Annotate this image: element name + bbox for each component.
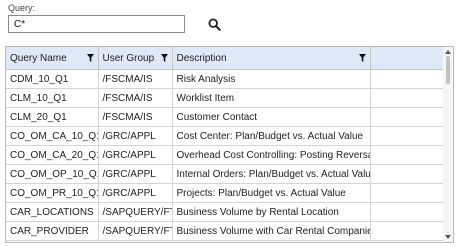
cell-user-group: /GRC/APPL	[98, 145, 173, 165]
header-row: Query Name User Group Description	[6, 47, 444, 70]
cell-description: Business Volume by Rental Location	[172, 202, 371, 222]
cell-user-group: /GRC/APPL	[98, 164, 173, 184]
cell-empty	[370, 88, 444, 108]
cell-user-group: /FSCMA/IS	[98, 88, 173, 108]
cell-query-name: CO_OM_CA_10_Q1	[6, 126, 99, 146]
cell-query-name: CLM_20_Q1	[6, 107, 99, 127]
cell-description: Internal Orders: Plan/Budget vs. Actual …	[172, 164, 371, 184]
cell-user-group: /GRC/APPL	[98, 183, 173, 203]
vertical-scrollbar[interactable]	[443, 47, 453, 242]
column-header-label: Description	[176, 52, 227, 64]
cell-empty	[370, 107, 444, 127]
filter-icon[interactable]	[358, 54, 366, 62]
table-row[interactable]: CDM_10_Q1/FSCMA/IS Risk Analysis	[6, 69, 444, 89]
cell-query-name: CO_OM_PR_10_Q1	[6, 183, 99, 203]
table-row[interactable]: CLM_10_Q1/FSCMA/IS Worklist Item	[6, 88, 444, 108]
cell-empty	[370, 202, 444, 222]
cell-user-group: /FSCMA/IS	[98, 69, 173, 89]
query-results-grid: Query Name User Group Description CDM_10…	[5, 46, 454, 243]
table-row[interactable]: CO_OM_CA_10_Q1/GRC/APPL Cost Center: Plan…	[6, 126, 444, 146]
cell-empty	[370, 221, 444, 241]
column-header-empty	[370, 47, 444, 70]
cell-description: Customer Contact	[172, 107, 371, 127]
cell-description: Projects: Plan/Budget vs. Actual Value	[172, 183, 371, 203]
search-icon	[207, 17, 221, 31]
results-table: Query Name User Group Description CDM_10…	[6, 47, 444, 241]
cell-description: Risk Analysis	[172, 69, 371, 89]
table-row[interactable]: CO_OM_OP_10_Q1/GRC/APPL Internal Orders: …	[6, 164, 444, 184]
cell-description: Overhead Cost Controlling: Posting Rever…	[172, 145, 371, 165]
column-header-description[interactable]: Description	[172, 47, 371, 70]
cell-empty	[370, 145, 444, 165]
column-header-user-group[interactable]: User Group	[98, 47, 173, 70]
cell-empty	[370, 69, 444, 89]
column-header-query-name[interactable]: Query Name	[6, 47, 99, 70]
column-header-label: User Group	[102, 52, 155, 64]
cell-user-group: /GRC/APPL	[98, 126, 173, 146]
cell-user-group: /FSCMA/IS	[98, 107, 173, 127]
query-label: Query:	[8, 3, 36, 13]
table-row[interactable]: CO_OM_CA_20_Q1/GRC/APPL Overhead Cost Con…	[6, 145, 444, 165]
cell-description: Worklist Item	[172, 88, 371, 108]
cell-description: Business Volume with Car Rental Companie…	[172, 221, 371, 241]
table-row[interactable]: CAR_LOCATIONS/SAPQUERY/FT Business Volume…	[6, 202, 444, 222]
table-row[interactable]: CAR_PROVIDER/SAPQUERY/FT Business Volume …	[6, 221, 444, 241]
cell-empty	[370, 183, 444, 203]
cell-query-name: CAR_PROVIDER	[6, 221, 99, 241]
column-header-label: Query Name	[10, 52, 67, 64]
cell-query-name: CAR_LOCATIONS	[6, 202, 99, 222]
table-row[interactable]: CO_OM_PR_10_Q1/GRC/APPL Projects: Plan/Bu…	[6, 183, 444, 203]
cell-query-name: CO_OM_OP_10_Q1	[6, 164, 99, 184]
cell-query-name: CO_OM_CA_20_Q1	[6, 145, 99, 165]
cell-query-name: CLM_10_Q1	[6, 88, 99, 108]
cell-user-group: /SAPQUERY/FT	[98, 202, 173, 222]
cell-query-name: CDM_10_Q1	[6, 69, 99, 89]
query-input[interactable]	[8, 15, 185, 33]
cell-user-group: /SAPQUERY/FT	[98, 221, 173, 241]
cell-empty	[370, 164, 444, 184]
search-button[interactable]	[205, 15, 223, 33]
scroll-up-arrow-icon[interactable]	[445, 49, 451, 54]
filter-icon[interactable]	[160, 54, 168, 62]
scroll-thumb[interactable]	[446, 56, 450, 84]
cell-empty	[370, 126, 444, 146]
filter-icon[interactable]	[86, 54, 94, 62]
scroll-down-arrow-icon[interactable]	[445, 235, 451, 240]
table-row[interactable]: CLM_20_Q1/FSCMA/IS Customer Contact	[6, 107, 444, 127]
cell-description: Cost Center: Plan/Budget vs. Actual Valu…	[172, 126, 371, 146]
